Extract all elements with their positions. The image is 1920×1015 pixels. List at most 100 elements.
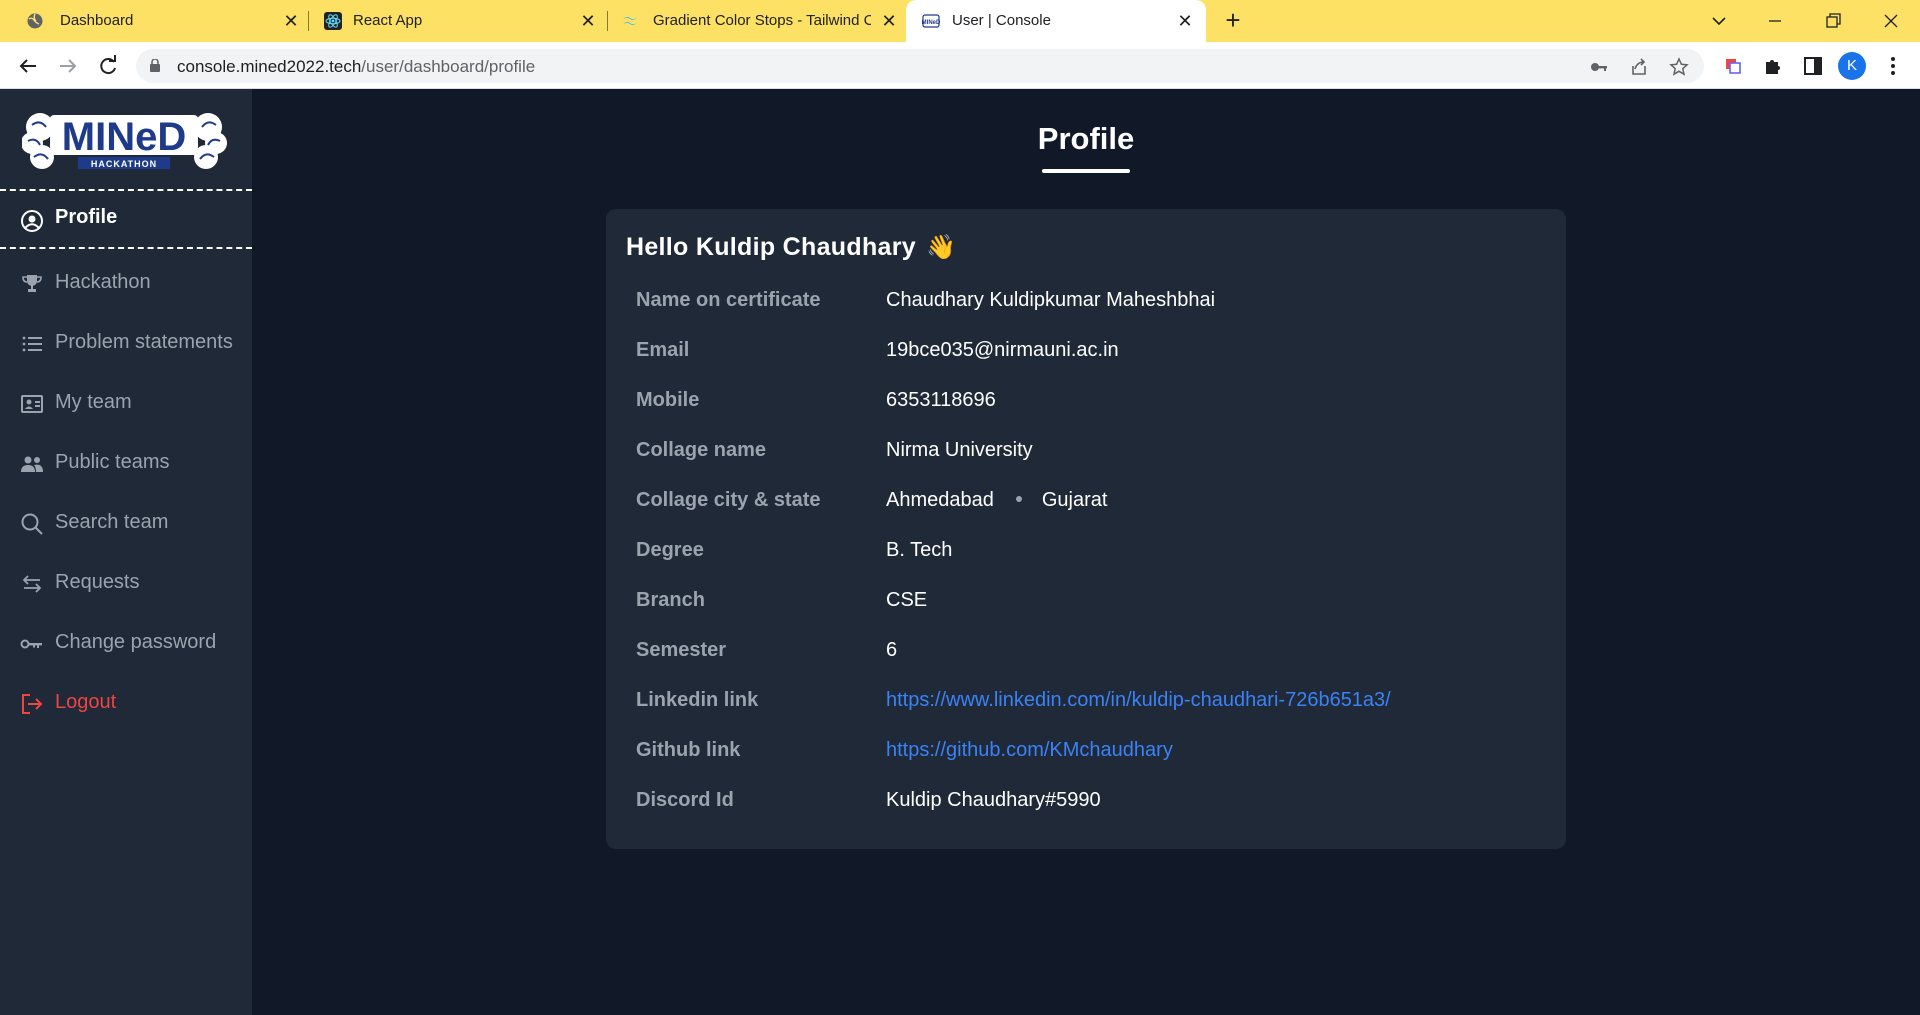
field-row-mobile: Mobile 6353118696 xyxy=(636,389,1536,419)
sidebar-item-label: Search team xyxy=(55,511,169,533)
url-host: console.mined2022.tech xyxy=(177,57,362,76)
field-value: Kuldip Chaudhary#5990 xyxy=(886,789,1101,811)
forward-arrow-icon[interactable] xyxy=(54,52,82,80)
sidebar-item-change-password[interactable]: Change password xyxy=(0,614,252,674)
bookmark-star-icon[interactable] xyxy=(1669,57,1689,77)
new-tab-icon[interactable]: + xyxy=(1220,7,1246,34)
extension-red-icon[interactable] xyxy=(1722,55,1744,77)
field-row-branch: Branch CSE xyxy=(636,589,1536,619)
tab-search-chevron-icon[interactable] xyxy=(1706,8,1732,34)
sidebar-item-label: Logout xyxy=(55,691,117,713)
react-icon xyxy=(324,12,342,30)
profile-avatar[interactable]: K xyxy=(1838,52,1866,80)
sidebar-item-search-team[interactable]: Search team xyxy=(0,494,252,554)
main-content: Profile Hello Kuldip Chaudhary 👋 Name on … xyxy=(252,89,1920,1015)
field-label: Collage city & state xyxy=(636,489,821,511)
field-label: Collage name xyxy=(636,439,767,461)
mined-icon: MINeD xyxy=(922,14,940,28)
github-link[interactable]: https://github.com/KMchaudhary xyxy=(886,739,1173,762)
separator-dot xyxy=(1015,495,1022,502)
field-value: CSE xyxy=(886,589,928,611)
arrows-swap-icon xyxy=(22,575,42,593)
user-circle-icon xyxy=(21,210,43,232)
field-value: Chaudhary Kuldipkumar Maheshbhai xyxy=(886,289,1216,311)
users-icon xyxy=(21,456,43,472)
close-tab-icon[interactable]: ✕ xyxy=(280,10,302,32)
field-value: Nirma University xyxy=(886,439,1033,461)
greeting-text: Hello Kuldip Chaudhary xyxy=(626,233,916,261)
field-label: Linkedin link xyxy=(636,689,759,711)
close-tab-icon[interactable]: ✕ xyxy=(577,10,599,32)
browser-tab-react-app[interactable]: React App ✕ xyxy=(300,0,600,42)
back-arrow-icon[interactable] xyxy=(14,52,42,80)
reload-icon[interactable] xyxy=(94,52,122,80)
field-label: Branch xyxy=(636,589,705,611)
field-row-degree: Degree B. Tech xyxy=(636,539,1536,569)
tab-title: Gradient Color Stops - Tailwind C xyxy=(653,12,871,29)
restore-icon[interactable] xyxy=(1820,8,1846,34)
key-icon xyxy=(20,639,42,649)
field-label: Name on certificate xyxy=(636,289,821,311)
close-window-icon[interactable] xyxy=(1878,8,1904,34)
sidebar-item-my-team[interactable]: My team xyxy=(0,374,252,434)
sidebar: MINeD HACKATHON Profile Hackathon Proble… xyxy=(0,89,252,1015)
key-password-icon[interactable] xyxy=(1589,57,1609,77)
field-row-name-on-certificate: Name on certificate Chaudhary Kuldipkuma… xyxy=(636,289,1536,319)
browser-tab-tailwind[interactable]: Gradient Color Stops - Tailwind C ✕ xyxy=(600,0,905,42)
field-row-semester: Semester 6 xyxy=(636,639,1536,669)
sidebar-item-hackathon[interactable]: Hackathon xyxy=(0,254,252,314)
address-bar[interactable]: console.mined2022.tech/user/dashboard/pr… xyxy=(136,49,1704,83)
share-icon[interactable] xyxy=(1629,57,1649,77)
field-label: Degree xyxy=(636,539,704,561)
sidebar-item-public-teams[interactable]: Public teams xyxy=(0,434,252,494)
tailwind-icon xyxy=(623,16,637,26)
state-value: Gujarat xyxy=(1041,489,1108,511)
close-tab-icon[interactable]: ✕ xyxy=(1174,10,1196,32)
browser-tab-dashboard[interactable]: Dashboard ✕ xyxy=(0,0,300,42)
sidebar-item-label: Profile xyxy=(55,206,118,228)
title-underline xyxy=(1042,169,1130,173)
mined-logo: MINeD HACKATHON xyxy=(22,113,227,169)
tab-title: Dashboard xyxy=(60,12,134,29)
trophy-icon xyxy=(22,275,42,292)
field-label: Semester xyxy=(636,639,727,661)
sidebar-item-profile[interactable]: Profile xyxy=(0,189,252,249)
sidebar-item-label: Public teams xyxy=(55,451,170,473)
sidebar-item-label: Problem statements xyxy=(55,331,233,353)
city-value: Ahmedabad xyxy=(886,489,994,511)
field-row-discord-id: Discord Id Kuldip Chaudhary#5990 xyxy=(636,789,1536,819)
sidebar-item-requests[interactable]: Requests xyxy=(0,554,252,614)
tab-title: User | Console xyxy=(952,12,1051,29)
field-row-email: Email 19bce035@nirmauni.ac.in xyxy=(636,339,1536,369)
sidebar-item-label: Hackathon xyxy=(55,271,151,293)
svg-text:MINeD: MINeD xyxy=(922,20,940,26)
browser-tab-user-console[interactable]: MINeD User | Console ✕ xyxy=(906,0,1206,42)
field-value: 6 xyxy=(886,639,898,661)
page-title: Profile xyxy=(1037,121,1135,156)
sidebar-item-logout[interactable]: Logout xyxy=(0,674,252,734)
linkedin-link[interactable]: https://www.linkedin.com/in/kuldip-chaud… xyxy=(886,689,1391,712)
field-value: 19bce035@nirmauni.ac.in xyxy=(886,339,1119,361)
search-icon xyxy=(21,513,43,535)
minimize-icon[interactable] xyxy=(1762,8,1788,34)
profile-card: Hello Kuldip Chaudhary 👋 Name on certific… xyxy=(606,209,1566,849)
list-icon xyxy=(22,336,42,352)
field-row-github: Github link https://github.com/KMchaudha… xyxy=(636,739,1536,769)
close-tab-icon[interactable]: ✕ xyxy=(878,10,900,32)
more-vert-icon[interactable] xyxy=(1882,55,1904,77)
sidebar-item-problem-statements[interactable]: Problem statements xyxy=(0,314,252,374)
field-row-collage-city-state: Collage city & state Ahmedabad Gujarat xyxy=(636,489,1536,519)
lock-icon[interactable] xyxy=(150,59,160,72)
field-label: Github link xyxy=(636,739,741,761)
id-card-icon xyxy=(21,395,43,413)
tab-title: React App xyxy=(353,12,423,29)
extensions-puzzle-icon[interactable] xyxy=(1762,55,1784,77)
field-value: B. Tech xyxy=(886,539,953,561)
sidebar-item-label: My team xyxy=(55,391,132,413)
browser-tab-strip: Dashboard ✕ React App ✕ Gradient Color S… xyxy=(0,0,1920,42)
globe-icon xyxy=(27,13,43,29)
url-path: /user/dashboard/profile xyxy=(361,57,536,76)
browser-toolbar: console.mined2022.tech/user/dashboard/pr… xyxy=(0,42,1920,89)
side-panel-icon[interactable] xyxy=(1802,55,1824,77)
field-row-collage-name: Collage name Nirma University xyxy=(636,439,1536,469)
